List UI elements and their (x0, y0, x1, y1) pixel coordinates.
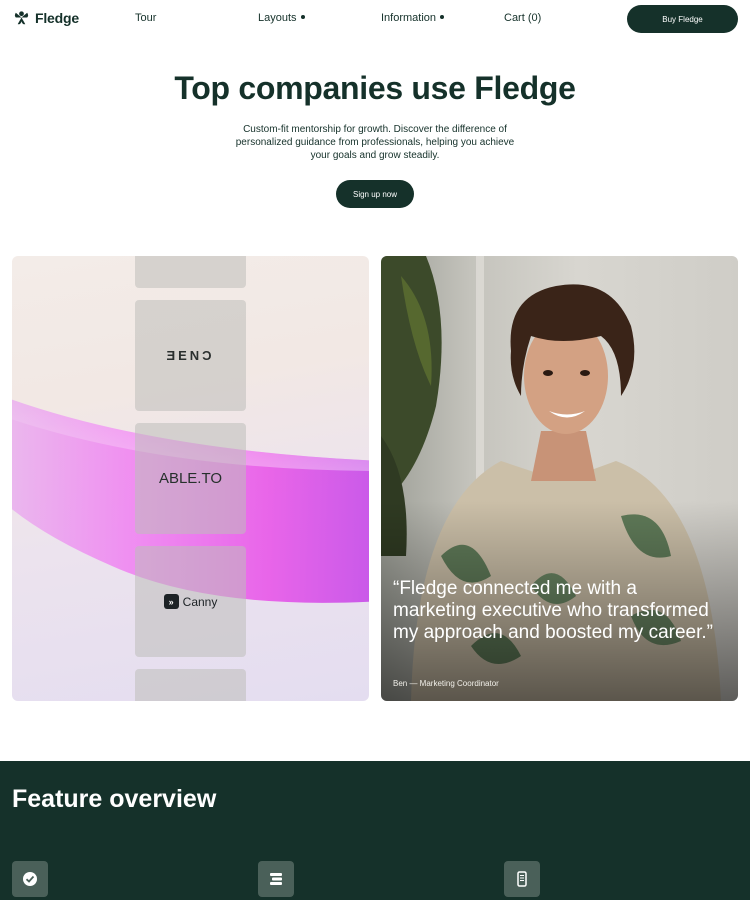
feature-overview-title: Feature overview (12, 785, 217, 813)
logo-tile-canny: » Canny (135, 546, 246, 657)
dropdown-dot-icon (440, 15, 445, 20)
fledge-logo-icon (14, 11, 29, 25)
testimonial-card: “Fledge connected me with a marketing ex… (381, 256, 738, 701)
feature-overview-section: Feature overview (0, 761, 750, 900)
nav-link-label: Cart (0) (504, 12, 542, 24)
nav-link-cart[interactable]: Cart (0) (504, 12, 541, 24)
canny-logo-text: Canny (182, 594, 218, 609)
dropdown-dot-icon (300, 15, 305, 20)
mobile-icon (504, 861, 540, 897)
logo-tile (135, 669, 246, 701)
check-circle-icon (12, 861, 48, 897)
ableto-logo-text: ABLE.TO (158, 470, 223, 487)
logo-tile-ableto: ABLE.TO (135, 423, 246, 534)
testimonial-attribution: Ben — Marketing Coordinator (393, 679, 499, 688)
bend-logo-text: ƎENƆ (166, 348, 215, 363)
nav-link-information[interactable]: Information (381, 12, 445, 24)
nav-link-layouts[interactable]: Layouts (258, 12, 305, 24)
nav-link-tour[interactable]: Tour (135, 12, 156, 24)
canny-logo: » Canny (163, 594, 218, 609)
nav-link-label: Layouts (258, 12, 297, 24)
testimonial-quote: “Fledge connected me with a marketing ex… (393, 578, 714, 643)
nav-link-label: Information (381, 12, 437, 24)
hero-subtitle: Custom-fit mentorship for growth. Discov… (235, 124, 515, 161)
sign-up-button[interactable]: Sign up now (336, 180, 414, 208)
logo-tile-bend: ƎENƆ (135, 300, 246, 411)
canny-icon: » (163, 594, 179, 609)
nav-link-label: Tour (135, 12, 157, 24)
top-nav: Fledge Tour Layouts Information Cart (0)… (0, 0, 750, 37)
brand-name: Fledge (35, 9, 79, 26)
hero-title: Top companies use Fledge (174, 70, 576, 106)
company-logos-card: ƎENƆ ABLE.TO » Canny (12, 256, 369, 701)
stack-icon (258, 861, 294, 897)
brand-logo[interactable]: Fledge (12, 9, 79, 26)
logo-tile (135, 256, 246, 288)
buy-fledge-button[interactable]: Buy Fledge (627, 5, 738, 33)
